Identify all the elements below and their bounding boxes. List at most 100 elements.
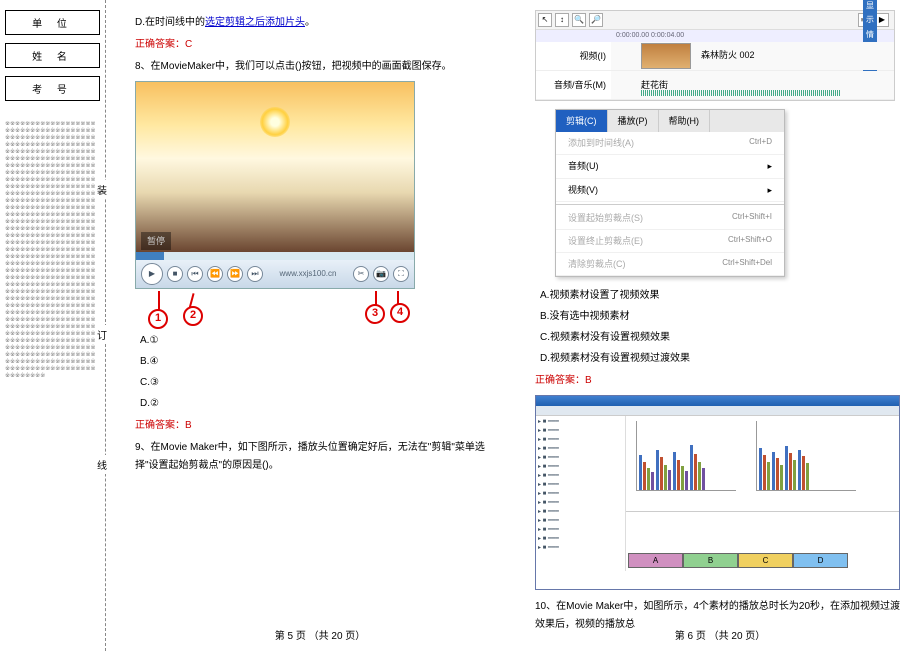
collection-tree[interactable]: ▸ ■ ━━━▸ ■ ━━━▸ ■ ━━━▸ ■ ━━━▸ ■ ━━━▸ ■ ━…: [536, 416, 626, 571]
examno-box: 考 号: [5, 76, 100, 101]
video-progress[interactable]: [136, 252, 414, 260]
forward-button[interactable]: ⏩: [227, 266, 243, 282]
seal-label: 装: [95, 180, 109, 199]
menu-clear-trim-label: 清除剪裁点(C): [568, 256, 626, 272]
fullscreen-button[interactable]: ⛶: [393, 266, 409, 282]
app-toolbar: [536, 406, 899, 416]
circle-3: 3: [365, 304, 385, 324]
video-url: www.xxjs100.cn: [280, 267, 337, 281]
menu-audio[interactable]: 音频(U) ▸: [556, 155, 784, 178]
storyboard[interactable]: A B C D: [626, 551, 899, 571]
video-row-label: 视频(I): [536, 46, 611, 66]
q7-d-link[interactable]: 选定剪辑之后添加片头: [205, 17, 305, 28]
circle-2: 2: [183, 306, 203, 326]
video-controls: ▶ ■ ⏮ ⏪ ⏩ ⏭ www.xxjs100.cn ✂ 📷 ⛶: [136, 260, 414, 288]
page6-footer: 第 6 页 （共 20 页）: [520, 628, 920, 646]
menu-clear-trim-key: Ctrl+Shift+Del: [722, 256, 772, 272]
q8-opt-c: C.③: [135, 374, 505, 392]
q8-opt-a: A.①: [135, 332, 505, 350]
q8-answer: 正确答案：B: [135, 417, 505, 435]
audio-row-label: 音频/音乐(M): [536, 75, 611, 95]
movie-maker-app: ▸ ■ ━━━▸ ■ ━━━▸ ■ ━━━▸ ■ ━━━▸ ■ ━━━▸ ■ ━…: [535, 395, 900, 590]
circle-1: 1: [148, 309, 168, 329]
video-track[interactable]: 森林防火 002: [611, 42, 894, 70]
video-screen: 暂停: [136, 82, 414, 252]
q7-d-suffix: 。: [305, 17, 315, 28]
menu-set-end: 设置终止剪裁点(E) Ctrl+Shift+O: [556, 230, 784, 253]
pattern-fill: ※※※※※※※※※※※※※※※※※※※※※※※※※※※※※※※※※※※※※※※※…: [5, 121, 100, 561]
audio-row: 音频/音乐(M) 赶花街: [536, 71, 894, 100]
play-button[interactable]: ▶: [141, 263, 163, 285]
q9-opt-b: B.没有选中视频素材: [535, 308, 905, 326]
q9-opt-c: C.视频素材没有设置视频效果: [535, 329, 905, 347]
menu-add-timeline-label: 添加到时间线(A): [568, 135, 634, 151]
preview-area: [626, 416, 899, 511]
segment-b[interactable]: B: [683, 553, 738, 568]
context-menu: 剪辑(C) 播放(P) 帮助(H) 添加到时间线(A) Ctrl+D 音频(U)…: [555, 109, 785, 277]
circle-4: 4: [390, 303, 410, 323]
submenu-arrow-icon: ▸: [767, 182, 772, 198]
segment-a[interactable]: A: [628, 553, 683, 568]
zoom-in-icon[interactable]: 🔍: [572, 13, 586, 27]
snapshot-button[interactable]: 📷: [373, 266, 389, 282]
menu-tabs: 剪辑(C) 播放(P) 帮助(H): [556, 110, 784, 132]
clip-title: 森林防火 002: [701, 47, 755, 63]
page-6: ↖ ↕ 🔍 🔎 ⏮ ▶ 显示情节摘要 0:00:00.00 0:00:04.00…: [520, 0, 920, 651]
video-row: 视频(I) 森林防火 002: [536, 42, 894, 71]
segment-c[interactable]: C: [738, 553, 793, 568]
name-box: 姓 名: [5, 43, 100, 68]
tab-play[interactable]: 播放(P): [608, 110, 659, 132]
q8-opt-b: B.④: [135, 353, 505, 371]
timeline-toolbar: ↖ ↕ 🔍 🔎 ⏮ ▶ 显示情节摘要: [536, 11, 894, 30]
menu-separator: [556, 204, 784, 205]
arrow-1: [158, 291, 160, 311]
zoom-out-icon[interactable]: 🔎: [589, 13, 603, 27]
q9-answer: 正确答案：B: [535, 372, 905, 390]
q9-opt-a: A.视频素材设置了视频效果: [535, 287, 905, 305]
q7-d-prefix: D.在时间线中的: [135, 17, 205, 28]
page-5: D.在时间线中的选定剪辑之后添加片头。 正确答案：C 8、在MovieMaker…: [120, 0, 520, 651]
menu-set-end-key: Ctrl+Shift+O: [728, 233, 772, 249]
audio-track[interactable]: 赶花街: [611, 71, 894, 99]
unit-box: 单 位: [5, 10, 100, 35]
bind-label: 订: [95, 325, 109, 344]
line-label: 线: [95, 455, 109, 474]
stop-button[interactable]: ■: [167, 266, 183, 282]
menu-set-end-label: 设置终止剪裁点(E): [568, 233, 643, 249]
waveform-icon: [641, 90, 841, 96]
binding-column: 单 位 姓 名 考 号 ※※※※※※※※※※※※※※※※※※※※※※※※※※※※…: [0, 0, 105, 651]
pause-caption: 暂停: [141, 232, 171, 250]
q7-answer: 正确答案：C: [135, 36, 505, 54]
segment-d[interactable]: D: [793, 553, 848, 568]
sun-graphic: [260, 107, 290, 137]
menu-set-start-label: 设置起始剪裁点(S): [568, 210, 643, 226]
app-titlebar: [536, 396, 899, 406]
next-button[interactable]: ⏭: [247, 266, 263, 282]
q7-option-d: D.在时间线中的选定剪辑之后添加片头。: [135, 14, 505, 32]
chart-left: [636, 421, 736, 491]
menu-set-start: 设置起始剪裁点(S) Ctrl+Shift+I: [556, 207, 784, 230]
q9-text: 9、在Movie Maker中，如下图所示，播放头位置确定好后，无法在"剪辑"菜…: [135, 439, 505, 475]
menu-clear-trim: 清除剪裁点(C) Ctrl+Shift+Del: [556, 253, 784, 276]
play2-icon[interactable]: ▶: [875, 13, 889, 27]
menu-add-timeline: 添加到时间线(A) Ctrl+D: [556, 132, 784, 155]
cursor-icon[interactable]: ↕: [555, 13, 569, 27]
video-player: 暂停 ▶ ■ ⏮ ⏪ ⏩ ⏭ www.xxjs100.cn ✂ 📷 ⛶: [135, 81, 415, 289]
menu-audio-label: 音频(U): [568, 158, 599, 174]
menu-set-start-key: Ctrl+Shift+I: [732, 210, 772, 226]
q8-opt-d: D.②: [135, 395, 505, 413]
pointer-icon[interactable]: ↖: [538, 13, 552, 27]
rewind-button[interactable]: ⏪: [207, 266, 223, 282]
video-clip[interactable]: [641, 43, 691, 69]
page5-footer: 第 5 页 （共 20 页）: [120, 628, 520, 646]
timeline-panel: ↖ ↕ 🔍 🔎 ⏮ ▶ 显示情节摘要 0:00:00.00 0:00:04.00…: [535, 10, 895, 101]
content-area: D.在时间线中的选定剪辑之后添加片头。 正确答案：C 8、在MovieMaker…: [105, 0, 920, 651]
prev-button[interactable]: ⏮: [187, 266, 203, 282]
menu-video[interactable]: 视频(V) ▸: [556, 179, 784, 202]
chart-right: [756, 421, 856, 491]
split-button[interactable]: ✂: [353, 266, 369, 282]
tab-help[interactable]: 帮助(H): [659, 110, 711, 132]
tab-clip[interactable]: 剪辑(C): [556, 110, 608, 132]
menu-video-label: 视频(V): [568, 182, 598, 198]
submenu-arrow-icon: ▸: [767, 158, 772, 174]
